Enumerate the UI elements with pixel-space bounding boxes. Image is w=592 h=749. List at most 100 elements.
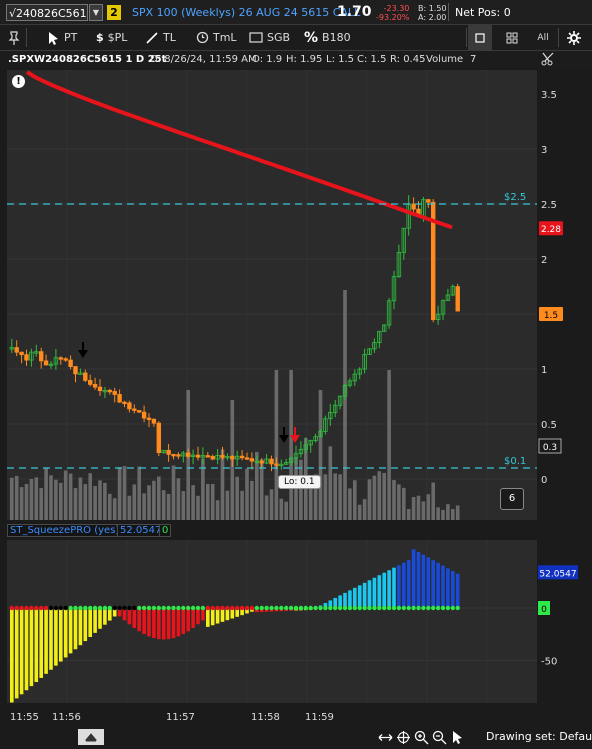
histogram-bar [59,608,63,662]
histogram-bar [88,608,92,637]
settings-button[interactable] [566,25,582,50]
timeline-tool-button[interactable]: TmL [196,25,237,50]
dollar-icon: $ [96,31,104,44]
squeeze-dot [284,605,289,611]
pan-horizontal-icon[interactable] [378,730,393,745]
pointer-tool-button[interactable]: PT [48,25,77,50]
histogram-bar [166,608,171,640]
link-group-badge[interactable]: 2 [107,5,121,20]
toolbar-divider [558,28,559,47]
squeeze-dot [244,605,250,611]
all-charts-button[interactable]: All [533,25,553,50]
candle-body [68,359,73,367]
candle-body [19,351,24,356]
candle-body [156,422,161,454]
squeeze-study-panel[interactable] [7,540,537,703]
volume-bar [157,476,161,520]
chart-date-label: D: 8/26/24, 11:59 AM [150,54,257,65]
histogram-bar [103,608,107,625]
move-icon[interactable] [396,730,411,745]
volume-bar [436,507,440,520]
histogram-bar [132,608,137,628]
squeeze-dot [347,605,353,611]
volume-bar [132,484,137,520]
symbol-dropdown-button[interactable]: ▼ [89,4,103,21]
histogram-bar [161,608,166,640]
squeeze-dot [333,605,338,611]
histogram-bar [196,608,200,625]
time-tick-label: 11:56 [52,712,81,723]
squeeze-dot [455,605,460,611]
squeeze-dot [382,605,387,611]
histogram-bar [446,568,450,608]
pin-icon [8,30,20,45]
scissors-icon[interactable] [540,51,556,70]
trendline-icon [146,31,158,44]
candle-body [83,372,88,381]
net-change: -23.30 -93.20% [376,4,409,22]
zoom-out-icon[interactable] [432,730,447,745]
pl-tool-button[interactable]: $ $PL [96,25,127,50]
squeeze-dot [323,605,328,611]
volume-bar [210,483,215,520]
histogram-bar [206,608,210,627]
volume-bar [353,480,357,520]
squeeze-dot [254,605,259,611]
histogram-bar [406,560,411,608]
candle-body [171,453,176,457]
count-badge[interactable]: 6 [500,488,524,510]
candle-body [210,455,215,460]
volume-bar [348,488,352,520]
symbol-input[interactable]: √240826C5615 [6,4,88,21]
squeeze-dot [269,605,274,611]
histogram-bar [416,551,421,608]
study-name-label[interactable]: ST_SqueezePRO (yes) [7,524,123,537]
chart-symbol-label[interactable]: .SPXW240826C5615 1 D 25t [8,54,166,65]
volume-bar [446,504,450,520]
trendline-tool-button[interactable]: TL [145,25,176,50]
histogram-bar [171,608,176,639]
squeeze-dot [308,605,313,611]
squeeze-dot [362,605,367,611]
squeeze-dot [288,605,294,611]
volume-bar [63,470,68,520]
cursor-arrow-icon[interactable] [450,730,465,745]
squeeze-dot [293,605,299,611]
squeeze-dot [78,605,83,611]
drawing-set-selector[interactable]: Drawing set: Default ▼ [486,730,592,743]
study-header: ST_SqueezePRO (yes) 52.0547 0 [7,523,537,539]
squeeze-dot [83,605,88,611]
grid-layout-button[interactable] [500,25,524,50]
time-axis[interactable]: 11:55 11:56 11:57 11:58 11:59 [0,705,592,727]
squeeze-dot [88,605,93,611]
squeeze-dot [73,605,78,611]
expand-up-icon [84,733,98,742]
alert-icon[interactable]: ! [12,75,25,88]
candle-body [259,460,264,464]
squeeze-dot [190,605,196,611]
expand-panel-button[interactable] [78,729,104,745]
price-panel[interactable]: $2.5 $0.1 ! 6 Lo: 0.1 [7,70,537,520]
squeeze-dot [406,605,411,611]
pin-button[interactable] [8,25,20,50]
squeeze-dot [19,605,24,611]
study-axis[interactable]: 0-50-10052.05470 [537,540,592,703]
last-price: 1.70 [337,4,372,20]
b180-tool-button[interactable]: % B180 [304,25,351,50]
volume-bar [122,466,127,520]
squeeze-dot [279,605,284,611]
zoom-in-icon[interactable] [414,730,429,745]
histogram-bar [441,565,445,608]
single-grid-button[interactable] [468,25,492,50]
squeeze-dot [230,605,235,611]
histogram-bar [397,565,401,608]
high-value: H: 1.95 [286,54,323,65]
squeeze-dot [372,605,377,611]
price-axis[interactable]: 3.532.521.510.502.281.50.3 [537,70,592,520]
squeeze-dot [239,605,245,611]
squeeze-dot [58,605,63,611]
volume-bar [171,465,176,520]
histogram-bar [455,573,460,608]
volume-bar [78,477,83,520]
sgb-tool-button[interactable]: SGB [249,25,290,50]
